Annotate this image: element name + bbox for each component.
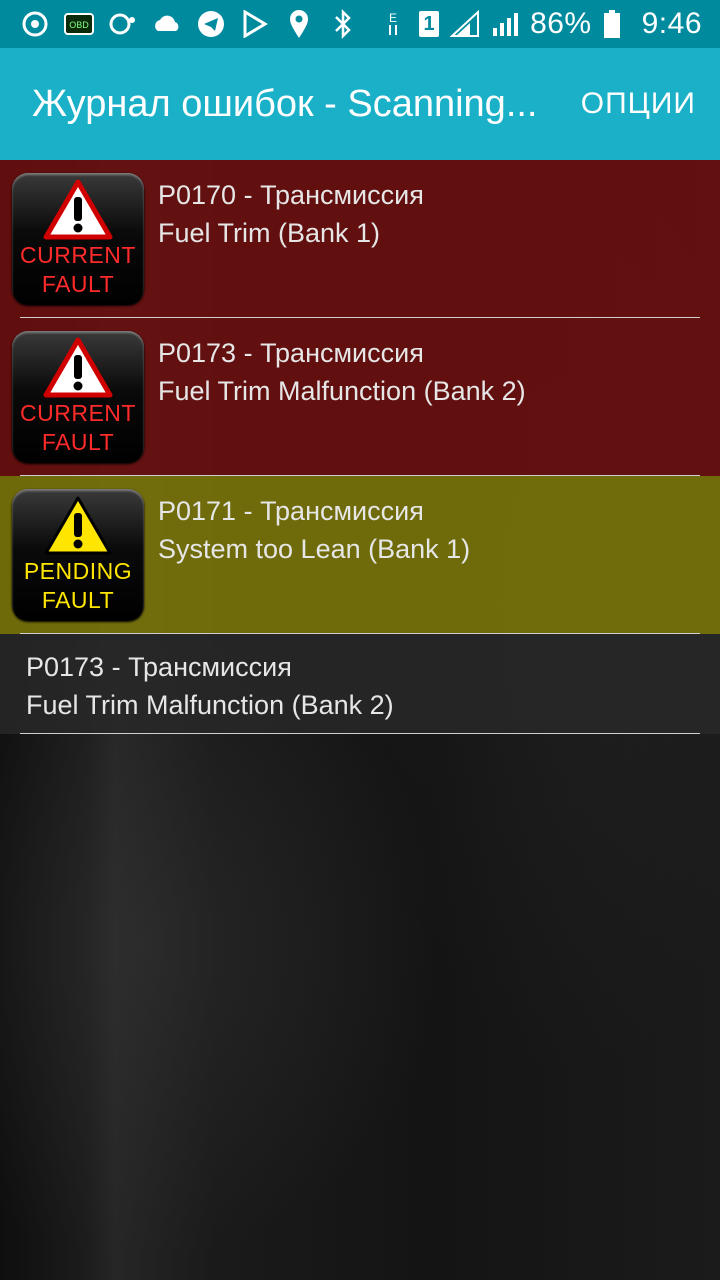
fault-description: Fuel Trim Malfunction (Bank 2) <box>158 376 526 406</box>
fault-description: System too Lean (Bank 1) <box>158 534 471 564</box>
signal-icon <box>450 9 480 39</box>
data-icon: E <box>378 9 408 39</box>
fault-description: Fuel Trim (Bank 1) <box>158 218 381 248</box>
fault-description: Fuel Trim Malfunction (Bank 2) <box>26 690 394 720</box>
page-title: Журнал ошибок - Scanning... <box>32 82 538 125</box>
sync-icon <box>20 9 50 39</box>
fault-row[interactable]: CURRENT FAULT P0173 - Трансмиссия Fuel T… <box>0 318 720 476</box>
fault-code: P0170 - Трансмиссия <box>158 180 424 210</box>
fault-code: P0171 - Трансмиссия <box>158 496 424 526</box>
badge-label-line2: FAULT <box>41 271 115 297</box>
obd-icon: OBD <box>64 9 94 39</box>
telegram-icon <box>196 9 226 39</box>
fault-list: CURRENT FAULT P0170 - Трансмиссия Fuel T… <box>0 160 720 734</box>
fault-row[interactable]: CURRENT FAULT P0170 - Трансмиссия Fuel T… <box>0 160 720 318</box>
options-button[interactable]: ОПЦИИ <box>581 87 720 121</box>
svg-text:OBD: OBD <box>69 20 89 30</box>
fault-row[interactable]: PENDING FAULT P0171 - Трансмиссия System… <box>0 476 720 634</box>
action-bar: Журнал ошибок - Scanning... ОПЦИИ <box>0 48 720 160</box>
badge-label-line2: FAULT <box>41 429 115 455</box>
badge-label-line1: PENDING <box>23 558 133 584</box>
cloud-icon <box>152 9 182 39</box>
status-bar: OBD E 1 86% 9:46 <box>0 0 720 48</box>
warning-icon <box>44 496 112 555</box>
current-fault-badge: CURRENT FAULT <box>12 331 144 463</box>
sim-icon: 1 <box>418 9 440 39</box>
play-store-icon <box>240 9 270 39</box>
pending-fault-badge: PENDING FAULT <box>12 489 144 621</box>
badge-label-line2: FAULT <box>41 587 115 613</box>
bluetooth-icon <box>328 9 358 39</box>
weather-icon <box>108 9 138 39</box>
badge-label-line1: CURRENT <box>20 400 136 426</box>
fault-row[interactable]: P0173 - Трансмиссия Fuel Trim Malfunctio… <box>0 634 720 734</box>
divider <box>20 733 700 734</box>
location-icon <box>284 9 314 39</box>
warning-icon <box>43 179 113 240</box>
svg-text:E: E <box>389 11 397 25</box>
badge-label-line1: CURRENT <box>20 242 136 268</box>
battery-percent: 86% <box>530 7 592 40</box>
warning-icon <box>43 337 113 398</box>
signal-icon <box>490 9 520 39</box>
battery-icon <box>602 9 622 39</box>
fault-code: P0173 - Трансмиссия <box>26 652 292 682</box>
clock: 9:46 <box>641 7 702 40</box>
current-fault-badge: CURRENT FAULT <box>12 173 144 305</box>
fault-code: P0173 - Трансмиссия <box>158 338 424 368</box>
